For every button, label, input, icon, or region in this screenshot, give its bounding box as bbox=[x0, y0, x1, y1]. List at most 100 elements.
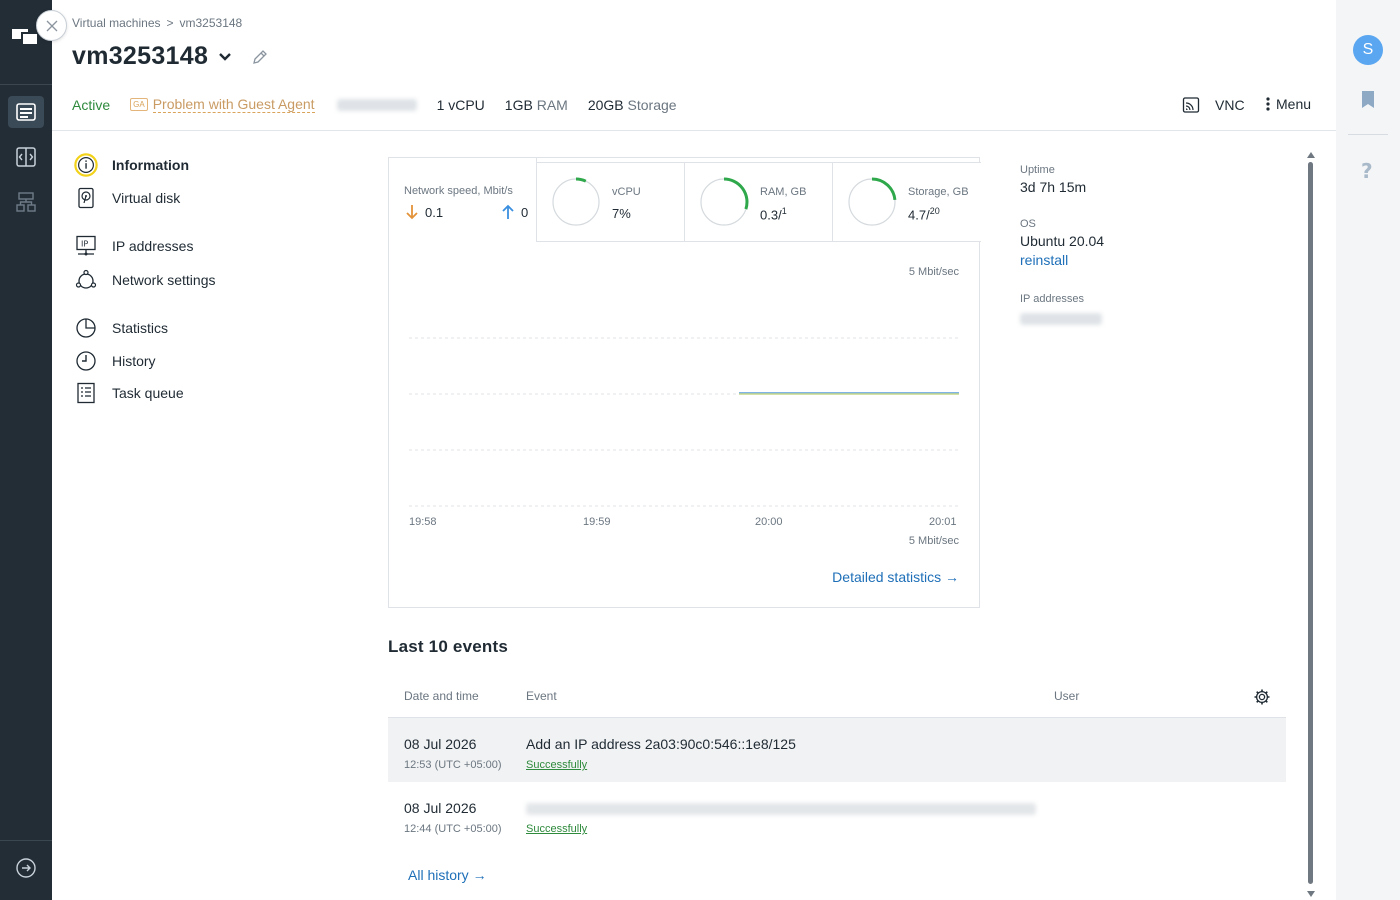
nav-code[interactable] bbox=[8, 141, 44, 173]
vcpu-value: 7% bbox=[612, 206, 631, 221]
ip-section: IP addresses bbox=[1020, 293, 1102, 325]
menu-item-label: History bbox=[112, 353, 156, 369]
gear-icon[interactable] bbox=[1253, 688, 1271, 706]
tab-storage[interactable]: Storage, GB 4.7/20 bbox=[833, 162, 981, 242]
event-time: 12:44 (UTC +05:00) bbox=[404, 823, 502, 835]
x-tick: 19:59 bbox=[583, 516, 611, 528]
ram-value: 1GB bbox=[504, 96, 533, 113]
guest-agent-problem-text: Problem with Guest Agent bbox=[152, 96, 315, 113]
table-row[interactable]: 08 Jul 2026 12:44 (UTC +05:00) Successfu… bbox=[388, 782, 1286, 846]
network-speed-label: Network speed, Mbit/s bbox=[404, 185, 513, 197]
storage-value: 4.7/20 bbox=[908, 206, 940, 222]
event-text-blurred bbox=[526, 803, 1036, 815]
event-date: 08 Jul 2026 bbox=[404, 736, 477, 752]
status-badge: Active bbox=[72, 96, 111, 113]
nav-network[interactable] bbox=[8, 186, 44, 218]
event-status[interactable]: Successfully bbox=[526, 823, 587, 835]
tab-vcpu[interactable]: vCPU 7% bbox=[537, 162, 685, 242]
menu-label: Menu bbox=[1276, 96, 1312, 112]
network-icon bbox=[16, 192, 36, 212]
nav-expand[interactable] bbox=[8, 852, 44, 884]
menu-item-virtual-disk[interactable]: Virtual disk bbox=[74, 185, 180, 211]
uptime-value: 3d 7h 15m bbox=[1020, 179, 1087, 195]
events-table-header: Date and time Event User bbox=[388, 678, 1286, 718]
vnc-button[interactable]: VNC bbox=[1182, 96, 1245, 114]
ram-spec: 1GB RAM bbox=[505, 97, 568, 113]
close-button[interactable] bbox=[36, 10, 67, 41]
network-up-value: 0 bbox=[521, 205, 529, 220]
chart-axis-top-label: 5 Mbit/sec bbox=[908, 266, 959, 278]
edit-pencil-icon[interactable] bbox=[250, 47, 270, 67]
scrollbar[interactable] bbox=[1305, 150, 1317, 900]
menu-item-statistics[interactable]: Statistics bbox=[74, 315, 168, 341]
uptime-section: Uptime 3d 7h 15m bbox=[1020, 164, 1086, 195]
ram-total: 1 bbox=[781, 206, 787, 216]
clock-icon bbox=[74, 349, 98, 373]
page-title: vm3253148 bbox=[72, 42, 209, 70]
right-divider bbox=[1348, 134, 1388, 135]
scroll-up-arrow-icon[interactable] bbox=[1307, 152, 1315, 158]
tab-network-speed[interactable]: Network speed, Mbit/s 0.1 0 bbox=[389, 158, 537, 242]
ga-icon: GA bbox=[130, 98, 148, 111]
menu-item-information[interactable]: Information bbox=[74, 152, 189, 178]
ip-label: IP addresses bbox=[1020, 293, 1085, 305]
event-date: 08 Jul 2026 bbox=[404, 800, 477, 816]
ip-address-blurred bbox=[1020, 313, 1102, 325]
right-bar: S ? bbox=[1336, 0, 1400, 900]
storage-spec: 20GB Storage bbox=[588, 97, 677, 113]
network-chart bbox=[409, 337, 959, 507]
ip-address-blurred bbox=[336, 98, 417, 111]
menu-button[interactable]: Menu bbox=[1266, 96, 1311, 112]
menu-item-label: Network settings bbox=[112, 272, 216, 288]
chevron-down-icon[interactable] bbox=[218, 52, 232, 62]
ram-used: 0.3/ bbox=[760, 207, 782, 223]
server-list-icon bbox=[16, 103, 36, 121]
breadcrumb-parent[interactable]: Virtual machines bbox=[72, 16, 161, 30]
event-status[interactable]: Successfully bbox=[526, 759, 587, 771]
menu-item-history[interactable]: History bbox=[74, 348, 156, 374]
x-tick: 20:01 bbox=[929, 516, 957, 528]
table-row[interactable]: 08 Jul 2026 12:53 (UTC +05:00) Add an IP… bbox=[388, 718, 1286, 782]
storage-label: Storage, GB bbox=[908, 186, 969, 198]
tab-ram[interactable]: RAM, GB 0.3/1 bbox=[685, 162, 833, 242]
menu-item-ip-addresses[interactable]: IP IP addresses bbox=[74, 233, 193, 259]
storage-gauge bbox=[848, 177, 897, 226]
help-icon[interactable]: ? bbox=[1360, 160, 1376, 182]
event-text: Add an IP address 2a03:90c0:546::1e8/125 bbox=[526, 736, 796, 752]
all-history-link[interactable]: All history → bbox=[408, 867, 487, 883]
scrollbar-thumb[interactable] bbox=[1308, 162, 1313, 884]
reinstall-link[interactable]: reinstall bbox=[1020, 252, 1104, 268]
status-row: Active GA Problem with Guest Agent 1 vCP… bbox=[72, 96, 697, 113]
expand-icon bbox=[16, 858, 36, 878]
code-window-icon bbox=[16, 147, 36, 167]
nav-divider bbox=[0, 84, 52, 85]
bookmark-icon[interactable] bbox=[1360, 90, 1376, 110]
menu-item-label: Information bbox=[112, 157, 189, 173]
storage-total: 20 bbox=[929, 206, 940, 216]
os-value: Ubuntu 20.04 bbox=[1020, 233, 1105, 249]
guest-agent-warning[interactable]: GA Problem with Guest Agent bbox=[130, 96, 315, 113]
title-row: vm3253148 bbox=[72, 42, 270, 71]
avatar[interactable]: S bbox=[1353, 35, 1383, 65]
nav-virtual-machines[interactable] bbox=[8, 96, 44, 128]
storage-used: 4.7/ bbox=[908, 207, 930, 223]
header-divider bbox=[52, 130, 1336, 131]
scroll-down-arrow-icon[interactable] bbox=[1307, 891, 1315, 897]
x-tick: 20:00 bbox=[755, 516, 783, 528]
arrow-up-icon bbox=[502, 204, 514, 219]
column-event: Event bbox=[526, 689, 557, 703]
ram-unit: RAM bbox=[536, 96, 568, 113]
breadcrumb: Virtual machines > vm3253148 bbox=[72, 16, 242, 30]
menu-item-label: Statistics bbox=[112, 320, 169, 336]
chart-axis-bottom-label: 5 Mbit/sec bbox=[908, 535, 959, 547]
detailed-statistics-link[interactable]: Detailed statistics → bbox=[832, 569, 959, 585]
ram-gauge bbox=[700, 177, 749, 226]
vcpu-label: vCPU bbox=[612, 186, 641, 198]
close-icon bbox=[46, 20, 57, 31]
statistics-card: Network speed, Mbit/s 0.1 0 vCPU 7% RAM,… bbox=[388, 157, 981, 608]
storage-unit: Storage bbox=[627, 96, 677, 113]
menu-item-task-queue[interactable]: Task queue bbox=[74, 380, 184, 406]
network-settings-icon bbox=[74, 268, 98, 292]
menu-item-network-settings[interactable]: Network settings bbox=[74, 267, 215, 293]
x-tick: 19:58 bbox=[409, 516, 437, 528]
